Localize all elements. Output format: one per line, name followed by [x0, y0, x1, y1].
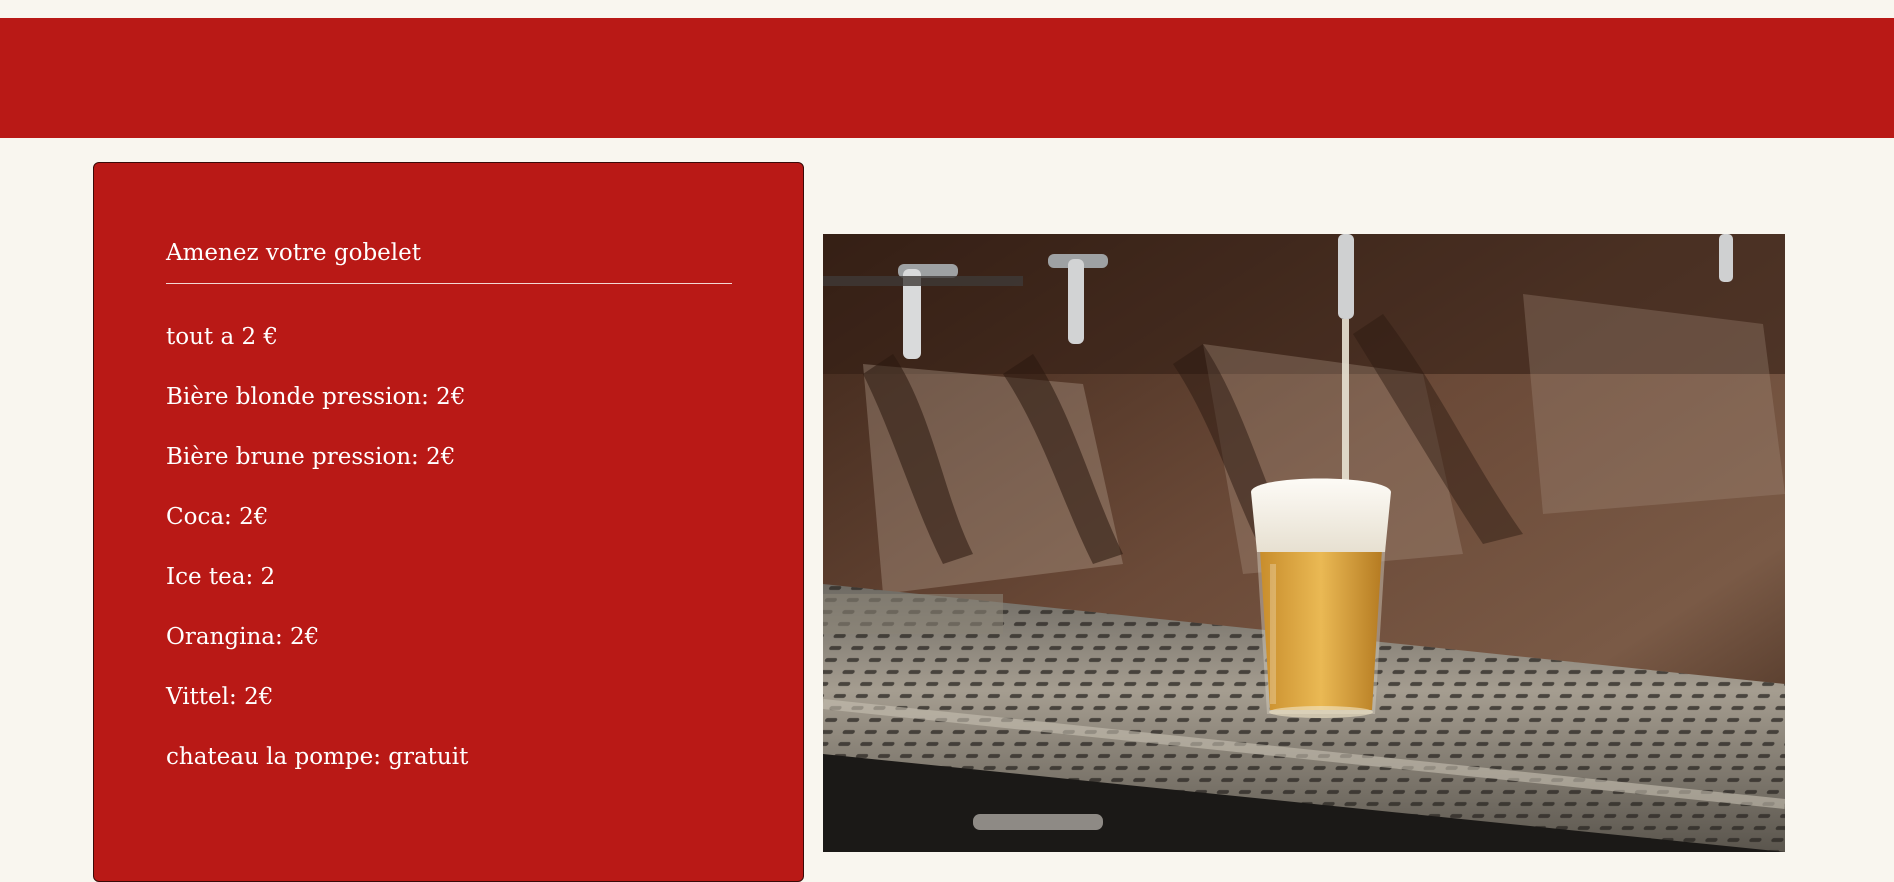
- menu-item: Bière brune pression: 2€: [166, 444, 456, 470]
- drinks-menu-card: Amenez votre gobelet tout a 2 € Bière bl…: [93, 162, 804, 882]
- menu-heading: Amenez votre gobelet: [166, 240, 421, 266]
- beer-tap-image: [823, 234, 1785, 852]
- menu-item: tout a 2 €: [166, 324, 279, 350]
- menu-item: Bière blonde pression: 2€: [166, 384, 466, 410]
- menu-item: Vittel: 2€: [166, 684, 274, 710]
- menu-divider: [166, 283, 732, 284]
- drinks-list: tout a 2 € Bière blonde pression: 2€ Biè…: [166, 323, 468, 803]
- menu-item: chateau la pompe: gratuit: [166, 744, 469, 770]
- header-band: [0, 18, 1894, 138]
- menu-item: Orangina: 2€: [166, 624, 320, 650]
- menu-item: Ice tea: 2: [166, 564, 276, 590]
- top-strip: [0, 0, 1894, 18]
- beer-tap-photo: [823, 234, 1785, 852]
- menu-item: Coca: 2€: [166, 504, 269, 530]
